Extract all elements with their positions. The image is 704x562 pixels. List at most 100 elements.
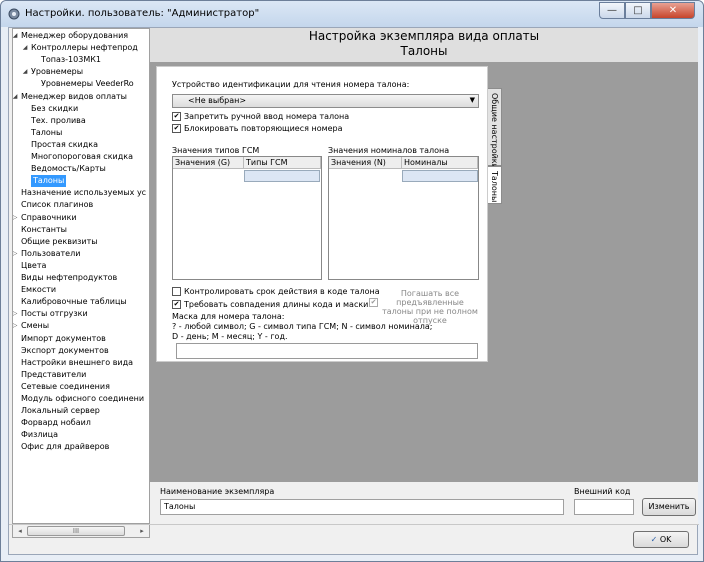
tree-item[interactable]: Без скидки	[31, 103, 78, 115]
scroll-right-icon[interactable]: ▸	[136, 526, 148, 536]
tree-item[interactable]: Посты отгрузки	[21, 308, 88, 320]
gsm-selected-cell[interactable]	[244, 170, 320, 182]
window-title: Настройки. пользователь: "Администратор"	[25, 8, 260, 19]
device-label: Устройство идентификации для чтения номе…	[172, 80, 410, 89]
ok-button[interactable]: ✓ OK	[633, 531, 689, 548]
tree-item[interactable]: Офис для драйверов	[21, 441, 109, 453]
tree-item[interactable]: Константы	[21, 224, 67, 236]
tree-expander-icon[interactable]: ▷	[13, 322, 19, 329]
tree-item[interactable]: Сетевые соединения	[21, 381, 110, 393]
tree-item[interactable]: Топаз-103МК1	[41, 54, 101, 66]
tree-item[interactable]: Справочники	[21, 212, 77, 224]
tree-item[interactable]: Простая скидка	[31, 139, 98, 151]
tree-item[interactable]: Представители	[21, 369, 86, 381]
settings-app-icon	[8, 8, 20, 20]
device-select[interactable]: <Не выбран> ▼	[172, 94, 479, 108]
external-code-input[interactable]	[574, 499, 634, 515]
tree-item[interactable]: Тех. пролива	[31, 115, 86, 127]
tree-item[interactable]: Емкости	[21, 284, 56, 296]
instance-name-label: Наименование экземпляра	[160, 487, 275, 496]
tree-expander-icon[interactable]: ◢	[21, 44, 29, 51]
tree-expander-icon[interactable]: ▷	[13, 310, 19, 317]
tree-item[interactable]: Менеджер оборудования	[21, 30, 128, 42]
mask-help-line1: ? - любой символ; G - символ типа ГСМ; N…	[172, 322, 433, 331]
nominals-selected-cell[interactable]	[402, 170, 478, 182]
nominals-col-values[interactable]: Значения (N)	[329, 157, 402, 169]
tab-talony[interactable]: Талоны	[488, 166, 502, 204]
nominals-col-nominals[interactable]: Номиналы талона	[402, 157, 478, 178]
mask-label: Маска для номера талона:	[172, 312, 285, 321]
gsm-col-values[interactable]: Значения (G)	[173, 157, 244, 169]
dropdown-arrow-icon: ▼	[469, 96, 475, 104]
repay-all-checkbox[interactable]: ✔	[369, 298, 378, 307]
tree-horizontal-scrollbar[interactable]: ◂ III ▸	[12, 524, 150, 538]
gsm-types-title: Значения типов ГСМ	[172, 146, 260, 155]
ok-check-icon: ✓	[650, 535, 658, 544]
scroll-left-icon[interactable]: ◂	[14, 526, 26, 536]
tree-item[interactable]: Уровнемеры	[31, 66, 83, 78]
tree-item[interactable]: Локальный сервер	[21, 405, 100, 417]
tab-general-settings[interactable]: Общие настройки	[488, 88, 502, 169]
tree-item[interactable]: Смены	[21, 320, 49, 332]
main-area: Устройство идентификации для чтения номе…	[150, 62, 698, 482]
title-bar: Настройки. пользователь: "Администратор"…	[1, 1, 703, 27]
tree-expander-icon[interactable]: ▷	[13, 214, 19, 221]
tree-item[interactable]: Форвард нобаил	[21, 417, 91, 429]
tree-item[interactable]: Настройки внешнего вида	[21, 357, 133, 369]
block-repeat-checkbox[interactable]: ✔	[172, 124, 181, 133]
mask-input[interactable]	[176, 343, 478, 359]
external-code-label: Внешний код	[574, 487, 631, 496]
maximize-button[interactable]: □	[625, 2, 651, 19]
ok-button-label: OK	[659, 535, 672, 544]
tree-item[interactable]: Физлица	[21, 429, 58, 441]
instance-bar: Наименование экземпляра Талоны Внешний к…	[150, 482, 698, 524]
nominals-grid[interactable]: Значения (N) Номиналы талона	[328, 156, 479, 280]
tree-item[interactable]: Модуль офисного соединени	[21, 393, 144, 405]
tree-item[interactable]: Талоны	[31, 175, 67, 188]
tree-item[interactable]: Калибровочные таблицы	[21, 296, 127, 308]
settings-tree[interactable]: ◢ Менеджер оборудования ◢ Контроллеры нефте…	[12, 28, 150, 524]
close-button[interactable]: ✕	[651, 2, 695, 19]
forbid-manual-checkbox[interactable]: ✔	[172, 112, 181, 121]
tree-item[interactable]: Общие реквизиты	[21, 236, 98, 248]
gsm-col-types[interactable]: Типы ГСМ	[244, 157, 321, 169]
tree-item[interactable]: Уровнемеры VeederRo	[41, 78, 134, 90]
require-length-label: Требовать совпадения длины кода и маски	[184, 300, 369, 309]
gsm-types-grid[interactable]: Значения (G) Типы ГСМ	[172, 156, 322, 280]
control-expiry-label: Контролировать срок действия в коде тало…	[184, 287, 380, 296]
tree-item[interactable]: Цвета	[21, 260, 46, 272]
nominals-title: Значения номиналов талона	[328, 146, 450, 155]
tree-expander-icon[interactable]: ◢	[13, 32, 19, 39]
main-header: Настройка экземпляра вида оплаты Талоны	[150, 28, 698, 62]
minimize-button[interactable]: —	[599, 2, 625, 19]
scroll-thumb[interactable]: III	[27, 526, 125, 536]
tree-item[interactable]: Контроллеры нефтепрод	[31, 42, 138, 54]
client-area: ◢ Менеджер оборудования ◢ Контроллеры нефте…	[8, 27, 699, 555]
tree-item[interactable]: Назначение используемых ус	[21, 187, 146, 199]
talony-tab-panel: Устройство идентификации для чтения номе…	[156, 66, 488, 362]
tree-item[interactable]: Менеджер видов оплаты	[21, 91, 127, 103]
tree-item[interactable]: Экспорт документов	[21, 345, 109, 357]
mask-help-line2: D - день; M - месяц; Y - год.	[172, 332, 288, 341]
tree-item[interactable]: Импорт документов	[21, 333, 106, 345]
page-title: Настройка экземпляра вида оплаты	[308, 29, 540, 43]
tree-expander-icon[interactable]: ◢	[13, 93, 19, 100]
tree-item[interactable]: Пользователи	[21, 248, 80, 260]
change-button[interactable]: Изменить	[642, 498, 696, 516]
footer-divider	[9, 524, 699, 525]
require-length-checkbox[interactable]: ✔	[172, 300, 181, 309]
forbid-manual-label: Запретить ручной ввод номера талона	[184, 112, 350, 121]
tree-expander-icon[interactable]: ▷	[13, 250, 19, 257]
tree-item[interactable]: Виды нефтепродуктов	[21, 272, 117, 284]
tree-item[interactable]: Ведомость/Карты	[31, 163, 106, 175]
tree-item[interactable]: Список плагинов	[21, 199, 93, 211]
page-subtitle: Талоны	[400, 44, 448, 58]
tree-item[interactable]: Талоны	[31, 127, 62, 139]
window-controls: — □ ✕	[599, 2, 695, 19]
repay-all-label: Погашать все предъявленные талоны при не…	[382, 289, 478, 325]
control-expiry-checkbox[interactable]	[172, 287, 181, 296]
instance-name-input[interactable]: Талоны	[160, 499, 564, 515]
tree-item[interactable]: Многопороговая скидка	[31, 151, 133, 163]
tree-expander-icon[interactable]: ◢	[21, 68, 29, 75]
block-repeat-label: Блокировать повторяющиеся номера	[184, 124, 343, 133]
